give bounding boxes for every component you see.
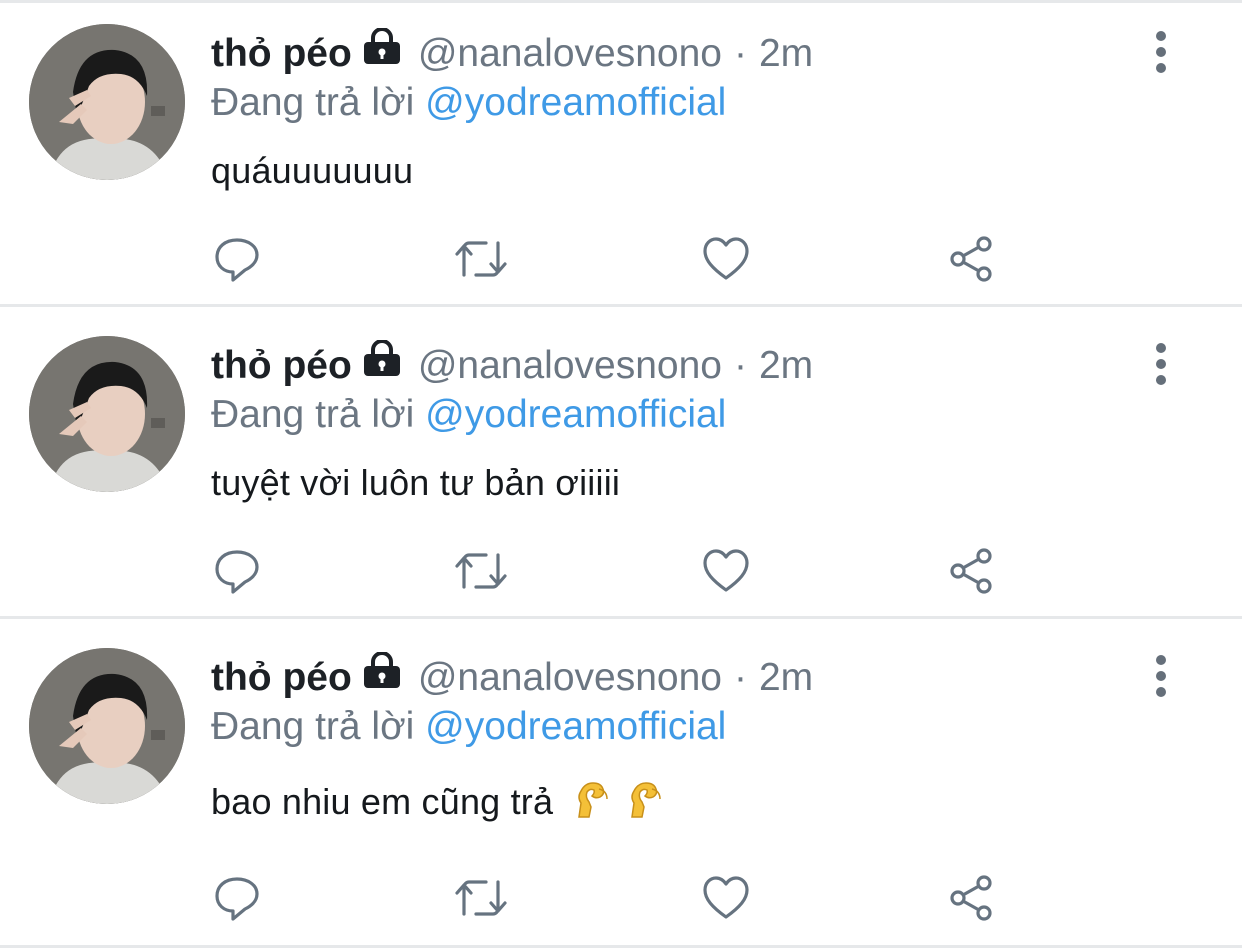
reply-prefix: Đang trả lời (211, 705, 415, 748)
separator-dot: · (733, 656, 747, 699)
more-vertical-icon[interactable] (1150, 342, 1172, 386)
display-name[interactable]: thỏ péo (211, 29, 352, 79)
lock-icon (362, 651, 402, 701)
tweet[interactable]: thỏ péo @nanalovesnono · 2m Đang trả lời… (0, 3, 1242, 309)
tweet-header: thỏ péo @nanalovesnono · 2m (211, 27, 813, 79)
reply-prefix: Đang trả lời (211, 393, 415, 436)
reply-prefix: Đang trả lời (211, 81, 415, 124)
more-vertical-icon[interactable] (1150, 654, 1172, 698)
reply-mention-link[interactable]: @yodreamofficial (425, 705, 726, 748)
tweet-text: bao nhiu em cũng trả (211, 781, 554, 823)
reply-mention-link[interactable]: @yodreamofficial (425, 393, 726, 436)
display-name[interactable]: thỏ péo (211, 653, 352, 703)
reply-icon[interactable] (209, 870, 265, 926)
lock-icon (362, 27, 402, 77)
timestamp[interactable]: 2m (759, 29, 813, 79)
tweet[interactable]: thỏ péo @nanalovesnono · 2m Đang trả lời… (0, 627, 1242, 933)
separator-dot: · (733, 344, 747, 387)
timestamp[interactable]: 2m (759, 341, 813, 391)
handle[interactable]: @nanalovesnono (418, 341, 722, 391)
like-icon[interactable] (698, 543, 754, 599)
share-icon[interactable] (943, 870, 999, 926)
reply-context: Đang trả lời @yodreamofficial (211, 702, 726, 752)
retweet-icon[interactable] (453, 870, 509, 926)
separator-dot: · (733, 32, 747, 75)
reply-mention-link[interactable]: @yodreamofficial (425, 81, 726, 124)
retweet-icon[interactable] (453, 231, 509, 287)
reply-icon[interactable] (209, 231, 265, 287)
tweet-text: tuyệt vời luôn tư bản ơiiiii (211, 462, 621, 503)
share-icon[interactable] (943, 231, 999, 287)
reply-icon[interactable] (209, 543, 265, 599)
tweet-text-container: bao nhiu em cũng trả (211, 777, 666, 832)
reply-context: Đang trả lời @yodreamofficial (211, 390, 726, 440)
share-icon[interactable] (943, 543, 999, 599)
avatar[interactable] (29, 336, 185, 492)
like-icon[interactable] (698, 870, 754, 926)
tweet[interactable]: thỏ péo @nanalovesnono · 2m Đang trả lời… (0, 315, 1242, 621)
like-icon[interactable] (698, 231, 754, 287)
reply-context: Đang trả lời @yodreamofficial (211, 78, 726, 128)
tweet-header: thỏ péo @nanalovesnono · 2m (211, 339, 813, 391)
tweet-divider (0, 304, 1242, 307)
bottom-divider (0, 945, 1242, 948)
handle[interactable]: @nanalovesnono (418, 29, 722, 79)
tweet-header: thỏ péo @nanalovesnono · 2m (211, 651, 813, 703)
pinching-hand-emoji (571, 777, 613, 832)
retweet-icon[interactable] (453, 543, 509, 599)
timestamp[interactable]: 2m (759, 653, 813, 703)
tweet-text: quáuuuuuuu (211, 150, 414, 191)
display-name[interactable]: thỏ péo (211, 341, 352, 391)
tweet-divider (0, 616, 1242, 619)
lock-icon (362, 339, 402, 389)
pinching-hand-emoji (624, 777, 666, 832)
avatar[interactable] (29, 648, 185, 804)
handle[interactable]: @nanalovesnono (418, 653, 722, 703)
avatar[interactable] (29, 24, 185, 180)
more-vertical-icon[interactable] (1150, 30, 1172, 74)
